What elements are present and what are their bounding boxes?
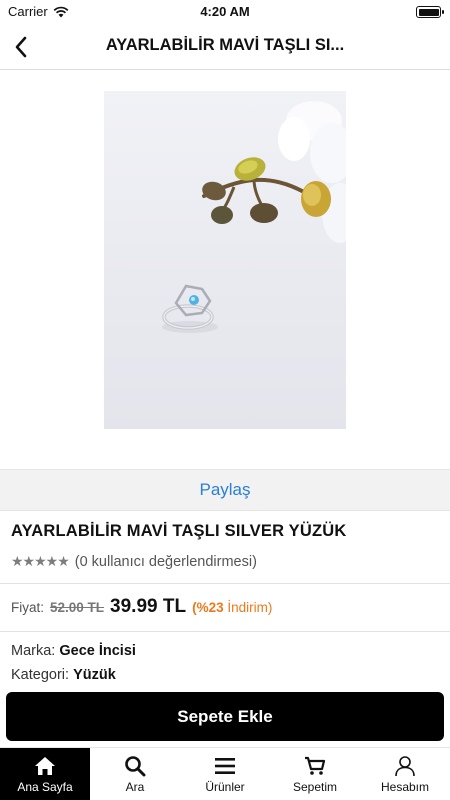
divider [0,583,450,584]
tab-label: Ana Sayfa [17,779,73,794]
discount-text: İndirim) [223,600,273,615]
share-bar: Paylaş [0,469,450,511]
add-to-cart-button[interactable]: Sepete Ekle [6,692,444,741]
product-name: AYARLABİLİR MAVİ TAŞLI SILVER YÜZÜK [11,522,347,540]
rating-count: (0 kullanıcı değerlendirmesi) [74,553,257,570]
menu-icon [213,755,237,777]
cart-icon [303,755,327,777]
price-row: Fiyat: 52.00 TL 39.99 TL (%23 İndirim) [11,596,272,618]
status-bar: Carrier 4:20 AM [0,0,450,24]
tab-label: Hesabım [380,779,430,794]
page-title: AYARLABİLİR MAVİ TAŞLI SI... [105,36,345,54]
tab-label: Sepetim [292,779,338,794]
share-link[interactable]: Paylaş [199,480,250,500]
tab-label: Ara [125,779,145,794]
discount-badge: (%23 İndirim) [192,600,272,615]
rating-row: ★★★★★ (0 kullanıcı değerlendirmesi) [11,553,257,570]
chevron-left-icon [15,36,27,58]
old-price: 52.00 TL [50,600,105,615]
status-time: 4:20 AM [200,4,250,19]
brand-row: Marka: Gece İncisi [11,643,136,659]
tab-account[interactable]: Hesabım [360,748,450,800]
discount-percent: (%23 [192,600,224,615]
home-icon [33,755,57,777]
tab-search[interactable]: Ara [90,748,180,800]
back-button[interactable] [6,32,36,62]
product-image[interactable] [104,91,346,429]
category-value[interactable]: Yüzük [73,667,116,683]
brand-value[interactable]: Gece İncisi [59,643,136,659]
price-label: Fiyat: [11,600,45,615]
tab-cart[interactable]: Sepetim [270,748,360,800]
battery-icon [416,6,444,18]
tab-products[interactable]: Ürünler [180,748,270,800]
rating-stars[interactable]: ★★★★★ [11,553,70,570]
category-label: Kategori: [11,667,70,683]
product-photo-illustration [162,101,346,333]
divider [0,631,450,632]
search-icon [123,755,147,777]
navigation-bar: AYARLABİLİR MAVİ TAŞLI SI... [0,24,450,70]
tab-bar: Ana Sayfa Ara Ürünler Sepetim Hesabım [0,747,450,800]
new-price: 39.99 TL [110,596,187,617]
tab-home[interactable]: Ana Sayfa [0,748,90,800]
brand-label: Marka: [11,643,56,659]
user-icon [393,755,417,777]
tab-label: Ürünler [205,779,245,794]
category-row: Kategori: Yüzük [11,667,116,683]
